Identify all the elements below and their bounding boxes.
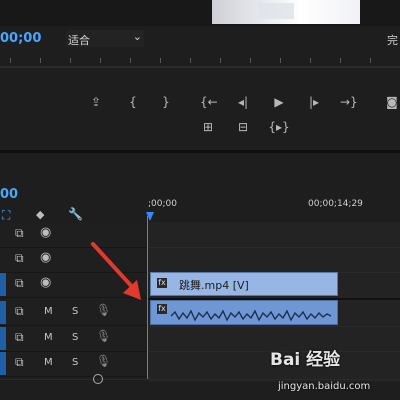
zoom-scroll-handle[interactable] bbox=[93, 374, 103, 384]
mic-icon[interactable]: 🎙 bbox=[96, 329, 111, 343]
audio-clip[interactable]: fx bbox=[150, 300, 338, 325]
mark-out-icon[interactable]: } bbox=[158, 94, 174, 110]
solo-button[interactable]: S bbox=[72, 306, 78, 317]
film-icon[interactable]: ⧉ bbox=[15, 276, 24, 291]
track-target-indicator[interactable] bbox=[0, 301, 6, 324]
mute-button[interactable]: M bbox=[44, 357, 53, 368]
extract-icon[interactable]: ⊟ bbox=[235, 119, 251, 135]
ruler-start-label: ;00;00 bbox=[148, 199, 177, 209]
go-to-out-icon[interactable]: →} bbox=[340, 94, 358, 110]
track-target-indicator[interactable] bbox=[0, 327, 6, 350]
video-frame-detail bbox=[258, 3, 294, 19]
play-icon[interactable]: ▶ bbox=[271, 94, 287, 110]
program-timecode[interactable]: 00;00 bbox=[0, 31, 41, 46]
audio-waveform bbox=[170, 309, 332, 322]
step-forward-icon[interactable]: |▸ bbox=[306, 94, 322, 110]
fx-badge[interactable]: fx bbox=[157, 278, 167, 288]
export-frame-in-icon[interactable]: ⇪ bbox=[88, 94, 104, 110]
camera-icon[interactable]: ◙ bbox=[384, 94, 400, 110]
fit-dropdown-value: 适合 bbox=[68, 34, 90, 47]
track-header-a2[interactable]: ⧉ M S 🎙 bbox=[0, 326, 148, 352]
snap-icon[interactable]: ⛶ bbox=[2, 208, 10, 223]
mute-button[interactable]: M bbox=[44, 306, 53, 317]
watermark-url: jingyan.baidu.com bbox=[278, 381, 371, 392]
film-icon[interactable]: ⧉ bbox=[15, 355, 24, 370]
track-header-a3[interactable]: ⧉ M S 🎙 bbox=[0, 351, 148, 377]
watermark-logo-text: Bai 经验 bbox=[270, 350, 341, 370]
annotation-arrow-icon bbox=[91, 242, 141, 300]
track-target-indicator[interactable] bbox=[0, 352, 6, 375]
eye-icon[interactable]: ◉ bbox=[40, 275, 51, 290]
film-icon[interactable]: ⧉ bbox=[15, 330, 24, 345]
mark-in-icon[interactable]: { bbox=[125, 94, 141, 110]
eye-icon[interactable]: ◉ bbox=[40, 225, 51, 240]
lift-icon[interactable]: ⊞ bbox=[200, 119, 216, 135]
solo-button[interactable]: S bbox=[72, 332, 78, 343]
mute-button[interactable]: M bbox=[44, 332, 53, 343]
clip-name: 跳舞.mp4 [V] bbox=[179, 279, 249, 292]
track-target-indicator[interactable] bbox=[0, 273, 6, 296]
film-icon[interactable]: ⧉ bbox=[15, 226, 24, 241]
film-icon[interactable]: ⧉ bbox=[15, 304, 24, 319]
playback-resolution-label[interactable]: 完 bbox=[387, 32, 398, 48]
eye-icon[interactable]: ◉ bbox=[40, 250, 51, 265]
solo-button[interactable]: S bbox=[72, 357, 78, 368]
fit-dropdown[interactable]: 适合 ⌄ bbox=[66, 30, 144, 47]
wrench-icon[interactable]: 🔧 bbox=[68, 207, 83, 221]
marker-icon[interactable]: ◆ bbox=[36, 208, 44, 221]
program-scrubber[interactable] bbox=[0, 58, 400, 72]
sequence-timecode[interactable]: 00 bbox=[0, 187, 18, 202]
baidu-watermark: Bai 经验 jingyan.baidu.com bbox=[258, 339, 398, 399]
panel-divider[interactable] bbox=[0, 150, 400, 153]
step-back-icon[interactable]: ◂| bbox=[235, 94, 251, 110]
video-clip[interactable]: fx 跳舞.mp4 [V] bbox=[150, 272, 338, 296]
trim-icon[interactable]: {▸} bbox=[266, 119, 292, 135]
mic-icon[interactable]: 🎙 bbox=[96, 354, 111, 368]
ruler-end-label: 00;00;14;29 bbox=[308, 199, 363, 209]
film-icon[interactable]: ⧉ bbox=[15, 251, 24, 266]
chevron-down-icon: ⌄ bbox=[132, 30, 142, 43]
go-to-in-icon[interactable]: {← bbox=[200, 94, 218, 110]
